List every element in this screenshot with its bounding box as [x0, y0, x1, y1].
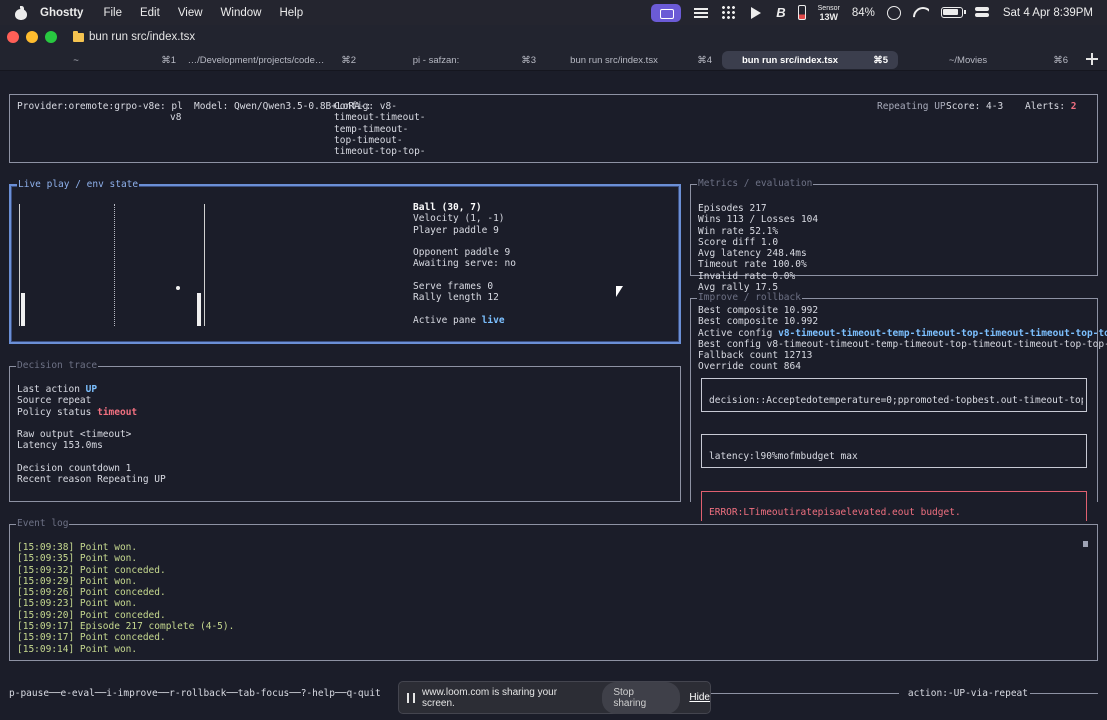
screen-record-icon[interactable] [651, 3, 682, 22]
list-item: [15:09:26] Point conceded. [17, 587, 166, 599]
list-item: [15:09:32] Point conceded. [17, 564, 166, 576]
list-item: [15:09:14] Point won. [17, 643, 138, 655]
menu-bar: Ghostty File Edit View Window Help B Sen… [0, 0, 1107, 25]
window-title: bun run src/index.tsx [89, 31, 196, 43]
close-window-button[interactable] [7, 31, 19, 43]
tab-6[interactable]: ~/Movies ⌘6 [898, 51, 1078, 69]
menu-file[interactable]: File [103, 7, 122, 19]
player-paddle-value: Player paddle 9 [413, 224, 499, 236]
window-titlebar: bun run src/index.tsx [0, 25, 1107, 49]
wifi-icon[interactable] [913, 7, 929, 19]
tab-3[interactable]: pi - safzan: ⌘3 [366, 51, 546, 69]
live-play-panel[interactable]: Live play / env state Ball (30, 7) Veloc… [9, 179, 681, 344]
event-log-panel[interactable]: Event log [15:09:38] Point won. [15:09:3… [9, 518, 1098, 661]
score-text: Score: 4-3 [946, 101, 1004, 112]
center-line [114, 204, 115, 326]
ball [176, 286, 180, 290]
clock[interactable]: Sat 4 Apr 8:39PM [1003, 7, 1093, 19]
pause-icon[interactable] [407, 692, 415, 703]
screen-sharing-banner: www.loom.com is sharing your screen. Sto… [398, 681, 711, 714]
pong-field [17, 202, 217, 328]
footer-rule [709, 693, 899, 694]
bold-b-icon[interactable]: B [776, 5, 785, 20]
menu-view[interactable]: View [178, 7, 203, 19]
header-panel: Provider:oremote:grpo-v8e: pl v8 Model: … [9, 94, 1098, 163]
grid-icon[interactable] [721, 5, 737, 20]
serve-frames: Serve frames 0 [413, 281, 494, 293]
config-text: Config: v8- timeout-timeout- temp-timeou… [334, 101, 426, 158]
event-log-title: Event log [16, 518, 70, 530]
decision-subbox: decision::Acceptedotemperature=0;ppromot… [701, 378, 1087, 412]
metrics-panel[interactable]: Metrics / evaluation Episodes 217 Wins 1… [690, 178, 1098, 293]
awaiting-serve: Awaiting serve: no [413, 258, 516, 270]
tab-5-active[interactable]: bun run src/index.tsx ⌘5 [722, 51, 898, 69]
decision-list: Last action UP Source repeat Policy stat… [17, 384, 166, 486]
menu-window[interactable]: Window [221, 7, 262, 19]
control-center-icon[interactable] [974, 6, 991, 19]
decision-trace-panel[interactable]: Decision trace Last action UP Source rep… [9, 360, 681, 502]
left-wall [19, 204, 20, 326]
tab-bar: ~ ⌘1 …/Development/projects/code… ⌘2 pi … [0, 49, 1107, 71]
tab-4[interactable]: bun run src/index.tsx ⌘4 [546, 51, 722, 69]
list-item: [15:09:17] Point conceded. [17, 632, 166, 644]
live-play-title: Live play / env state [17, 179, 140, 191]
velocity: Velocity (1, -1) [413, 213, 505, 225]
rally-length: Rally length 12 [413, 292, 499, 304]
sensor-readout[interactable]: Sensor 13W [818, 5, 840, 22]
error-subbox: ERROR:LTimeoutiratepisaelevated.eout bud… [701, 491, 1087, 521]
scrollbar-thumb[interactable] [1083, 541, 1088, 547]
minimize-window-button[interactable] [26, 31, 38, 43]
latency-subbox: latency:l90%mofmbudget max [701, 434, 1087, 468]
zoom-window-button[interactable] [45, 31, 57, 43]
play-icon[interactable] [748, 6, 764, 19]
key-hints: p-pause──e-eval──i-improve──r-rollback──… [9, 688, 381, 699]
ball-position: Ball (30, 7) [413, 202, 482, 213]
tab-2[interactable]: …/Development/projects/code… ⌘2 [186, 51, 366, 69]
provider-text: Provider:oremote:grpo-v8e: pl [17, 101, 183, 112]
list-item: [15:09:35] Point won. [17, 553, 138, 565]
list-item: [15:09:20] Point conceded. [17, 609, 166, 621]
list-item: [15:09:17] Episode 217 complete (4-5). [17, 621, 235, 633]
battery-icon[interactable] [940, 7, 966, 18]
opponent-paddle [197, 293, 201, 326]
list-item: [15:09:29] Point won. [17, 575, 138, 587]
metrics-list: Episodes 217 Wins 113 / Losses 104 Win r… [698, 203, 819, 294]
decision-trace-title: Decision trace [16, 360, 99, 372]
battery-percent: 84% [851, 6, 875, 19]
list-icon[interactable] [693, 6, 709, 19]
metrics-title: Metrics / evaluation [697, 178, 814, 190]
alerts-text: Alerts: 2 [1025, 101, 1077, 112]
action-status: action:-UP-via-repeat [907, 688, 1028, 699]
env-state-list: Ball (30, 7) Velocity (1, -1) Player pad… [413, 202, 516, 326]
list-item: [15:09:38] Point won. [17, 542, 138, 553]
active-pane: Active pane live [413, 314, 505, 326]
footer-rule-end [1030, 693, 1098, 694]
menu-help[interactable]: Help [279, 7, 303, 19]
opponent-paddle-value: Opponent paddle 9 [413, 247, 511, 259]
menu-app[interactable]: Ghostty [40, 7, 83, 19]
right-wall [204, 204, 205, 326]
new-tab-plus-icon[interactable] [1085, 52, 1099, 66]
improve-panel[interactable]: Improve / rollback Best composite 10.992… [690, 292, 1107, 521]
player-paddle [21, 293, 25, 326]
apple-logo-icon[interactable] [14, 5, 28, 20]
sharing-message: www.loom.com is sharing your screen. [422, 686, 558, 709]
stop-sharing-button[interactable]: Stop sharing [602, 681, 681, 714]
improve-list: Best composite 10.992 Best composite 10.… [698, 305, 1107, 373]
status-area: B Sensor 13W 84% Sat 4 Apr 8:39PM [651, 0, 1093, 25]
status-text: Repeating UP [877, 101, 946, 112]
tab-1[interactable]: ~ ⌘1 [6, 51, 186, 69]
event-log-list: [15:09:38] Point won. [15:09:35] Point w… [17, 542, 234, 655]
alerts-count-badge: 2 [1070, 101, 1077, 112]
mouse-pointer-icon [616, 286, 626, 300]
menu-edit[interactable]: Edit [140, 7, 160, 19]
improve-title: Improve / rollback [697, 292, 802, 304]
folder-icon [73, 30, 84, 42]
hide-link[interactable]: Hide [689, 692, 710, 703]
sensor-battery-icon [797, 5, 806, 20]
list-item: [15:09:23] Point won. [17, 598, 138, 610]
focus-moon-icon[interactable] [886, 5, 901, 20]
provider-text-line2: v8 [170, 112, 182, 123]
